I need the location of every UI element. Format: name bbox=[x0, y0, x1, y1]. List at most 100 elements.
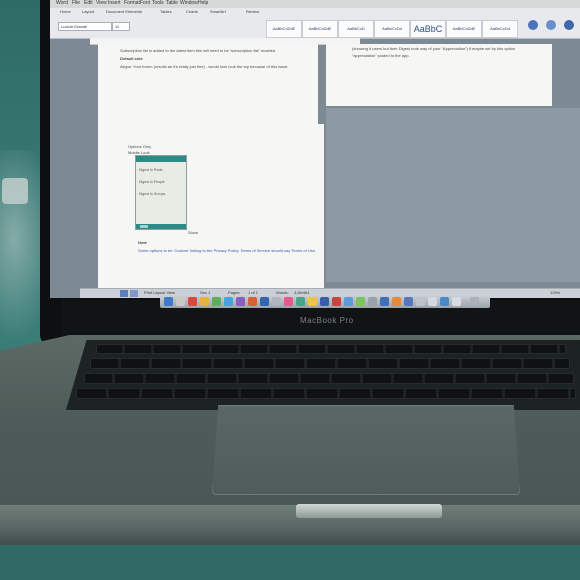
dock-finder-icon[interactable] bbox=[164, 297, 173, 306]
popover-footer bbox=[136, 224, 186, 229]
dock-app-icon[interactable] bbox=[272, 297, 281, 306]
dock-app-icon[interactable] bbox=[308, 297, 317, 306]
dock-app-icon[interactable] bbox=[260, 297, 269, 306]
text-box-icon[interactable] bbox=[528, 20, 538, 30]
menu-item-insert[interactable]: Insert bbox=[108, 0, 121, 6]
print-layout-view-button[interactable] bbox=[120, 290, 128, 297]
canvas-background bbox=[326, 108, 580, 282]
dock-app-icon[interactable] bbox=[296, 297, 305, 306]
popover-button bbox=[140, 225, 148, 228]
dock-app-icon[interactable] bbox=[380, 297, 389, 306]
dock-app-icon[interactable] bbox=[356, 297, 365, 306]
status-pages-label: Pages: bbox=[228, 290, 241, 295]
style-emphasis[interactable]: AaBbCcDd bbox=[482, 20, 518, 38]
menu-item-edit[interactable]: Edit bbox=[84, 0, 93, 6]
status-word-count: 4,65/461 bbox=[294, 290, 310, 295]
picture-icon[interactable] bbox=[564, 20, 574, 30]
keyboard-row[interactable] bbox=[90, 358, 570, 369]
style-subtitle[interactable]: AaBbCcDdE bbox=[446, 20, 482, 38]
menu-item-tools[interactable]: Tools bbox=[152, 0, 164, 6]
style-normal[interactable]: AaBbCcDdE bbox=[266, 20, 302, 38]
dock-app-icon[interactable] bbox=[452, 297, 461, 306]
menu-item-table[interactable]: Table bbox=[166, 0, 178, 6]
dock-app-icon[interactable] bbox=[392, 297, 401, 306]
trackpad[interactable] bbox=[212, 405, 520, 495]
power-adapter bbox=[2, 178, 28, 204]
photo-scene: Word File Edit View Insert Format Font T… bbox=[0, 0, 580, 580]
tab-layout[interactable]: Layout bbox=[82, 9, 94, 14]
page3-link-line[interactable]: Some options to be 'Custom' linking to t… bbox=[138, 248, 316, 253]
tab-smartart[interactable]: SmartArt bbox=[210, 9, 226, 14]
dock-app-icon[interactable] bbox=[332, 297, 341, 306]
page3-after: Show bbox=[188, 230, 199, 235]
page2-line-2: “appreciation” posted to the app. bbox=[352, 53, 410, 58]
ribbon: Home Layout Document Elements Tables Cha… bbox=[50, 8, 580, 39]
tab-home[interactable]: Home bbox=[60, 9, 71, 14]
base-front-edge bbox=[0, 505, 580, 547]
menu-item-help[interactable]: Help bbox=[198, 0, 208, 6]
status-words-label: Words: bbox=[276, 290, 289, 295]
brand-label: MacBook Pro bbox=[300, 316, 354, 325]
menu-item-window[interactable]: Window bbox=[180, 0, 198, 6]
outline-view-button[interactable] bbox=[130, 290, 138, 297]
popover-row: Digest to Posts bbox=[139, 168, 163, 172]
tab-charts[interactable]: Charts bbox=[186, 9, 198, 14]
dock-app-icon[interactable] bbox=[344, 297, 353, 306]
menu-item-view[interactable]: View bbox=[96, 0, 107, 6]
styles-gallery: AaBbCcDdE AaBbCcDdE AaBbCcD AaBbCcDd AaB… bbox=[266, 20, 521, 40]
page3-note: Note bbox=[138, 240, 147, 245]
dock-app-icon[interactable] bbox=[320, 297, 329, 306]
font-name-field[interactable]: Lucida Grande bbox=[58, 22, 112, 31]
keyboard-row[interactable] bbox=[84, 373, 574, 384]
style-no-spacing[interactable]: AaBbCcDdE bbox=[302, 20, 338, 38]
dock-app-icon[interactable] bbox=[188, 297, 197, 306]
tab-tables[interactable]: Tables bbox=[160, 9, 172, 14]
dock-app-icon[interactable] bbox=[224, 297, 233, 306]
document-page-1[interactable]: Subscription list is added to the latest… bbox=[98, 44, 318, 124]
menu-item-word[interactable]: Word bbox=[56, 0, 68, 6]
dock bbox=[160, 296, 490, 308]
style-title[interactable]: AaBbC bbox=[410, 20, 446, 38]
lid-latch bbox=[296, 504, 442, 518]
dock-app-icon[interactable] bbox=[428, 297, 437, 306]
page2-line-1: (showing it users but their Digest note … bbox=[352, 46, 516, 51]
laptop-screen: Word File Edit View Insert Format Font T… bbox=[50, 0, 580, 298]
popover-header bbox=[136, 156, 186, 162]
dock-app-icon[interactable] bbox=[236, 297, 245, 306]
dock-app-icon[interactable] bbox=[176, 297, 185, 306]
embedded-screenshot-popover: Digest to Posts Digest to People Digest … bbox=[135, 155, 187, 230]
style-heading-1[interactable]: AaBbCcD bbox=[338, 20, 374, 38]
page1-line-1: Subscription list is added to the latest… bbox=[120, 48, 277, 53]
menu-item-font[interactable]: Font bbox=[140, 0, 150, 6]
dock-app-icon[interactable] bbox=[368, 297, 377, 306]
menu-item-format[interactable]: Format bbox=[124, 0, 140, 6]
document-page-2[interactable]: (showing it users but their Digest note … bbox=[326, 44, 552, 106]
dock-trash-icon[interactable] bbox=[470, 297, 479, 306]
document-page-3[interactable]: Options Only Mobile Look Show Note Some … bbox=[98, 124, 324, 294]
menu-item-file[interactable]: File bbox=[72, 0, 80, 6]
shape-icon[interactable] bbox=[546, 20, 556, 30]
page1-line-3: Aligns: Your forum (results as it's real… bbox=[120, 64, 289, 69]
popover-row: Digest to People bbox=[139, 180, 165, 184]
dock-app-icon[interactable] bbox=[284, 297, 293, 306]
keyboard-row[interactable] bbox=[96, 344, 566, 354]
status-view-label: Print Layout View bbox=[144, 290, 176, 295]
status-page-count: 1 of 1 bbox=[248, 290, 259, 295]
keyboard bbox=[66, 340, 580, 410]
page3-label-1: Options Only bbox=[128, 144, 152, 149]
tab-document-elements[interactable]: Document Elements bbox=[106, 9, 142, 14]
status-section: Sec 1 bbox=[200, 290, 211, 295]
keyboard-row[interactable] bbox=[76, 388, 576, 399]
dock-app-icon[interactable] bbox=[200, 297, 209, 306]
zoom-level[interactable]: 125% bbox=[550, 290, 560, 295]
font-size-field[interactable]: 11 bbox=[112, 22, 130, 31]
style-heading-2[interactable]: AaBbCcDd bbox=[374, 20, 410, 38]
dock-app-icon[interactable] bbox=[212, 297, 221, 306]
ribbon-tools bbox=[524, 20, 580, 38]
dock-app-icon[interactable] bbox=[416, 297, 425, 306]
dock-app-icon[interactable] bbox=[248, 297, 257, 306]
dock-app-icon[interactable] bbox=[404, 297, 413, 306]
page1-line-2: Default side bbox=[120, 56, 143, 61]
tab-review[interactable]: Review bbox=[246, 9, 259, 14]
dock-app-icon[interactable] bbox=[440, 297, 449, 306]
